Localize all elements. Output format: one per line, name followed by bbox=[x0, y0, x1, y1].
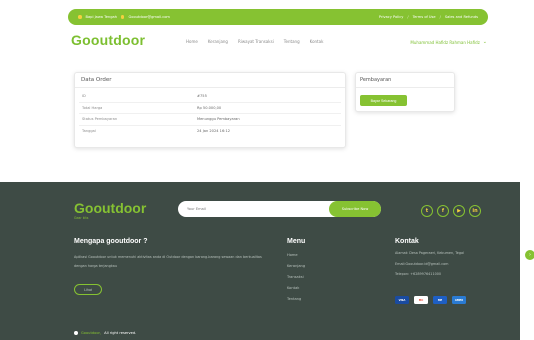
sales-refunds-link[interactable]: Sales and Refunds bbox=[445, 15, 478, 19]
nav-keranjang[interactable]: Keranjang bbox=[208, 39, 228, 44]
order-card: Data Order ID #755 Total Harga Rp 50.000… bbox=[74, 72, 346, 148]
top-links: Privacy Policy / Terms of Use / Sales an… bbox=[379, 15, 478, 19]
mastercard-icon: MC bbox=[414, 296, 428, 304]
copyright: Gooutdoor, All right reserved. bbox=[74, 331, 136, 335]
footer-logo[interactable]: Gooutdoor bbox=[74, 200, 146, 216]
twitter-icon[interactable]: t bbox=[421, 205, 433, 217]
copyright-text: All right reserved. bbox=[104, 331, 137, 335]
footer-menu-kontak[interactable]: Kontak bbox=[287, 286, 305, 297]
main-nav: Home Keranjang Riwayat Transaksi Tentang… bbox=[186, 39, 323, 44]
subscribe-button[interactable]: Subscribe Now bbox=[329, 201, 381, 217]
footer-tagline: Gear kits bbox=[74, 216, 89, 220]
about-heading: Mengapa gooutdoor ? bbox=[74, 238, 148, 245]
scroll-top-button[interactable]: › bbox=[525, 250, 534, 260]
subscribe-form: Subscribe Now bbox=[178, 201, 381, 217]
nav-kontak[interactable]: Kontak bbox=[310, 39, 324, 44]
user-name: Muhammad Hafidz Rahman Hafidz bbox=[410, 39, 480, 45]
footer-menu-home[interactable]: Home bbox=[287, 253, 305, 264]
youtube-icon[interactable]: ▶ bbox=[453, 205, 465, 217]
about-text: Aplikasi Gooutdoor untuk memenuhi aktivi… bbox=[74, 255, 262, 268]
top-info-bar: Bapi Jawa Tengah Gooutdoor@gmail.com Pri… bbox=[68, 9, 488, 25]
total-price-value: Rp 50.000,00 bbox=[197, 105, 222, 110]
mail-icon bbox=[120, 15, 125, 19]
payment-card-title: Pembayaran bbox=[356, 73, 454, 88]
linkedin-icon[interactable]: in bbox=[469, 205, 481, 217]
maestro-icon: ME bbox=[433, 296, 447, 304]
nav-tentang[interactable]: Tentang bbox=[284, 39, 300, 44]
order-table: ID #755 Total Harga Rp 50.000,00 Status … bbox=[79, 91, 341, 137]
top-email[interactable]: Gooutdoor@gmail.com bbox=[128, 15, 169, 19]
copyright-brand[interactable]: Gooutdoor, bbox=[81, 331, 101, 335]
nav-riwayat-transaksi[interactable]: Riwayat Transaksi bbox=[238, 39, 274, 44]
footer-menu-tentang[interactable]: Tentang bbox=[287, 297, 305, 308]
order-card-title: Data Order bbox=[75, 73, 345, 88]
payment-status-value: Menunggu Pembayaran bbox=[197, 117, 240, 122]
separator: / bbox=[407, 15, 409, 19]
footer-menu-transaksi[interactable]: Transaksi bbox=[287, 275, 305, 286]
top-location: Bapi Jawa Tengah bbox=[85, 15, 117, 19]
facebook-icon[interactable]: f bbox=[437, 205, 449, 217]
contact-address: Alamat: Desa Pageraeri, Kebumen, Tegal bbox=[395, 251, 465, 255]
terms-link[interactable]: Terms of Use bbox=[413, 15, 436, 19]
amex-icon: AMEX bbox=[452, 296, 466, 304]
table-row: Tanggal 24 Jan 2024 16:12 bbox=[79, 126, 341, 138]
pay-now-button[interactable]: Bayar Sekarang bbox=[360, 95, 407, 106]
table-row: Total Harga Rp 50.000,00 bbox=[79, 103, 341, 114]
location-icon bbox=[78, 15, 82, 19]
privacy-link[interactable]: Privacy Policy bbox=[379, 15, 404, 19]
copyright-icon bbox=[74, 331, 78, 335]
payment-card: Pembayaran Bayar Sekarang bbox=[355, 72, 455, 112]
contact-info: Alamat: Desa Pageraeri, Kebumen, Tegal E… bbox=[395, 251, 495, 283]
total-price-label: Total Harga bbox=[82, 105, 103, 110]
footer-menu: Home Keranjang Transaksi Kontak Tentang bbox=[287, 253, 305, 308]
social-links: t f ▶ in bbox=[421, 205, 481, 217]
footer-menu-keranjang[interactable]: Keranjang bbox=[287, 264, 305, 275]
payment-methods: VISA MC ME AMEX bbox=[395, 296, 466, 304]
subscribe-email-input[interactable] bbox=[178, 207, 329, 211]
nav-home[interactable]: Home bbox=[186, 39, 198, 44]
table-row: Status Pembayaran Menunggu Pembayaran bbox=[79, 114, 341, 126]
table-row: ID #755 bbox=[79, 91, 341, 103]
contact-phone[interactable]: Telepon: +6289976411000 bbox=[395, 272, 495, 278]
top-contact: Bapi Jawa Tengah Gooutdoor@gmail.com bbox=[78, 15, 170, 19]
user-menu[interactable]: Muhammad Hafidz Rahman Hafidz ⌄ bbox=[410, 39, 487, 45]
visa-icon: VISA bbox=[395, 296, 409, 304]
contact-heading: Kontak bbox=[395, 238, 419, 245]
menu-heading: Menu bbox=[287, 238, 306, 245]
lihat-button[interactable]: Lihat bbox=[74, 284, 102, 295]
date-value: 24 Jan 2024 16:12 bbox=[197, 129, 231, 134]
order-id-label: ID bbox=[82, 94, 86, 99]
payment-status-label: Status Pembayaran bbox=[82, 117, 118, 122]
site-logo[interactable]: Gooutdoor bbox=[71, 32, 145, 48]
date-label: Tanggal bbox=[82, 129, 96, 134]
contact-email[interactable]: Email:Gooutdoor.id@gmail.com bbox=[395, 262, 495, 268]
separator: / bbox=[439, 15, 441, 19]
order-id-value: #755 bbox=[197, 94, 207, 99]
chevron-down-icon: ⌄ bbox=[482, 39, 487, 45]
